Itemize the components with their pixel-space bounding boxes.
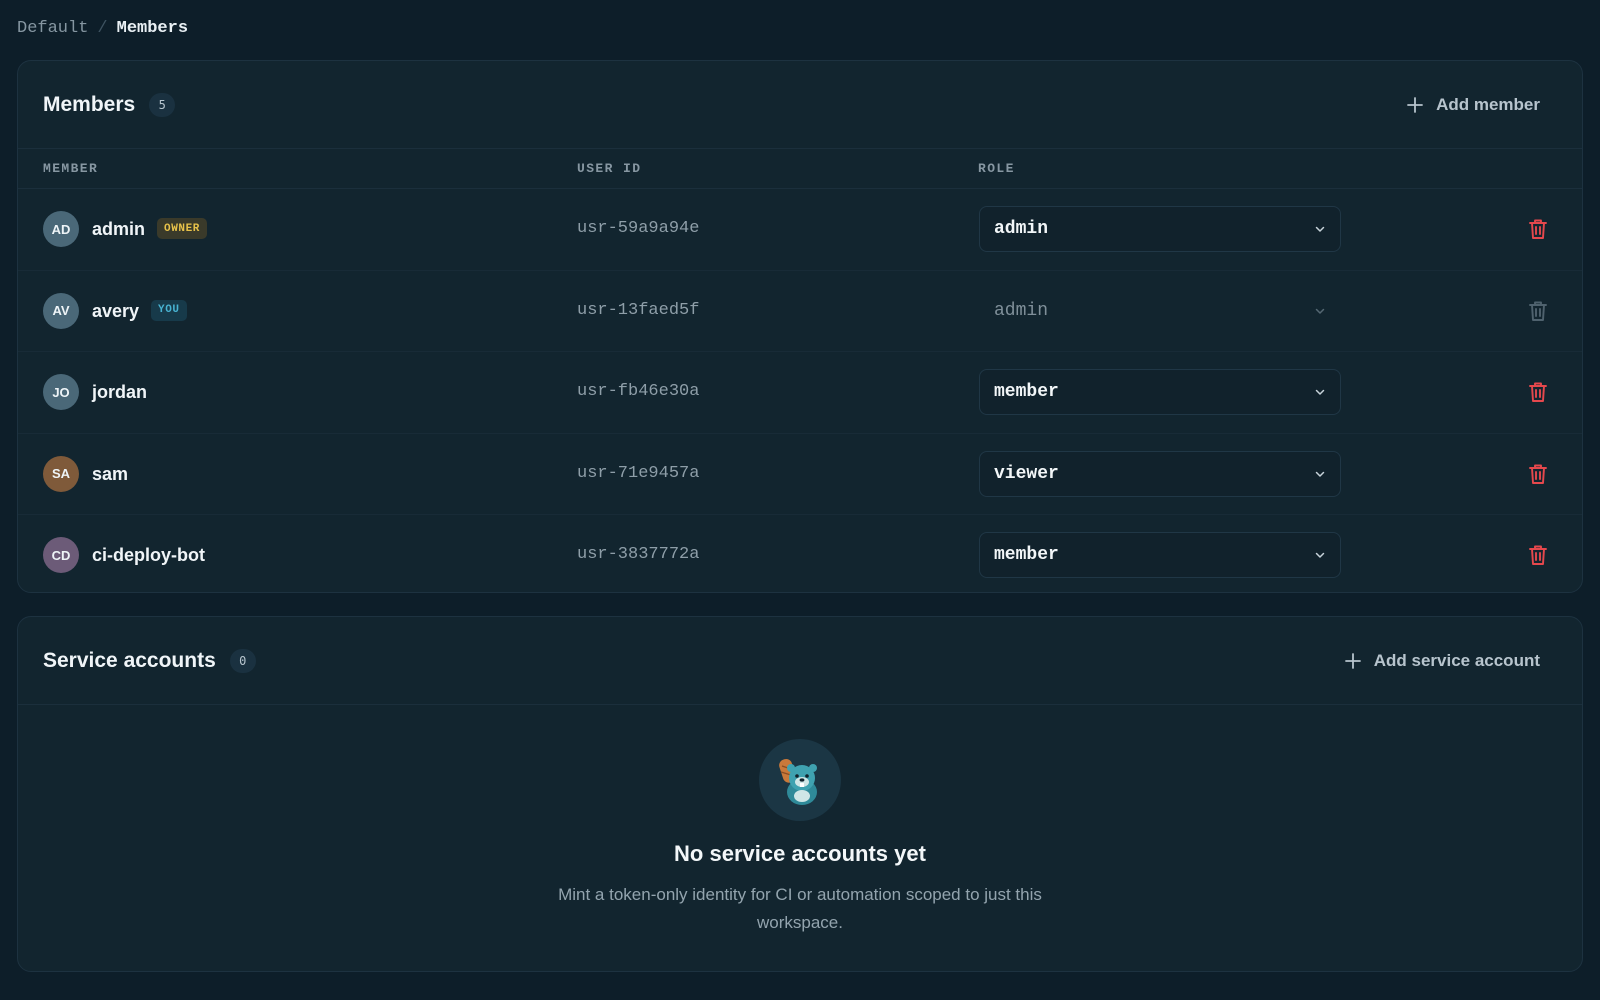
members-header: Members 5 Add member: [18, 61, 1582, 149]
member-name: avery: [92, 300, 140, 321]
column-header-user-id: USER ID: [577, 161, 642, 176]
member-name: jordan: [92, 382, 148, 402]
chevron-down-icon: [1315, 226, 1325, 232]
members-table-body: AD admin OWNER usr-59a9a94e admin AV ave…: [18, 189, 1582, 592]
table-row: JO jordan usr-fb46e30a member: [18, 352, 1582, 434]
chevron-down-icon: [1315, 389, 1325, 395]
avatar: AD: [43, 211, 79, 247]
empty-state-title: No service accounts yet: [674, 841, 926, 866]
user-id: usr-fb46e30a: [577, 382, 700, 401]
add-service-account-label: Add service account: [1373, 650, 1540, 670]
role-select-value: admin: [994, 300, 1049, 321]
members-table-header: MEMBER USER ID ROLE: [18, 149, 1582, 189]
service-accounts-header: Service accounts 0 Add service account: [18, 617, 1582, 705]
trash-icon[interactable]: [1526, 217, 1550, 241]
members-panel: Members 5 Add member MEMBER USER ID ROLE…: [17, 60, 1583, 593]
you-badge: YOU: [151, 299, 187, 321]
avatar: AV: [43, 292, 79, 329]
user-id: usr-13faed5f: [577, 300, 700, 320]
user-id: usr-3837772a: [577, 545, 700, 564]
role-select[interactable]: member: [979, 369, 1341, 415]
role-select[interactable]: admin: [979, 206, 1341, 252]
empty-state: No service accounts yet Mint a token-onl…: [18, 739, 1582, 937]
service-accounts-count-badge: 0: [229, 648, 256, 673]
avatar: SA: [43, 455, 79, 492]
trash-icon: [1529, 301, 1547, 321]
role-select-value: member: [994, 545, 1059, 565]
user-id: usr-71e9457a: [577, 463, 700, 483]
trash-icon[interactable]: [1526, 462, 1550, 486]
add-member-button[interactable]: Add member: [1406, 95, 1540, 115]
chevron-down-icon: [1315, 308, 1325, 314]
table-row: AD admin OWNER usr-59a9a94e admin: [18, 189, 1582, 271]
service-accounts-title: Service accounts: [43, 648, 216, 672]
role-select[interactable]: member: [979, 532, 1341, 578]
role-select: admin: [979, 288, 1341, 334]
members-count-badge: 5: [149, 92, 176, 117]
beaver-mascot-icon: [759, 739, 841, 821]
add-member-label: Add member: [1436, 94, 1540, 114]
role-select-value: admin: [994, 219, 1049, 239]
trash-icon[interactable]: [1526, 543, 1550, 567]
role-select-value: member: [994, 382, 1059, 402]
breadcrumb-root[interactable]: Default: [17, 19, 88, 38]
breadcrumb-separator: /: [97, 19, 108, 38]
chevron-down-icon: [1315, 471, 1325, 477]
avatar: JO: [43, 374, 79, 410]
chevron-down-icon: [1315, 552, 1325, 558]
role-select-value: viewer: [994, 463, 1059, 484]
column-header-role: ROLE: [978, 161, 1015, 176]
members-title: Members: [43, 92, 136, 116]
plus-icon: [1407, 96, 1423, 113]
user-id: usr-59a9a94e: [577, 219, 700, 238]
column-header-member: MEMBER: [43, 161, 99, 176]
table-row: SA sam usr-71e9457a viewer: [18, 434, 1582, 515]
table-row: AV avery YOU usr-13faed5f admin: [18, 271, 1582, 352]
trash-icon[interactable]: [1526, 380, 1550, 404]
breadcrumb-current: Members: [116, 19, 189, 38]
member-name: sam: [92, 463, 129, 484]
add-service-account-button[interactable]: Add service account: [1344, 651, 1540, 671]
owner-badge: OWNER: [157, 218, 208, 239]
breadcrumb: Default / Members: [17, 19, 188, 38]
role-select[interactable]: viewer: [979, 450, 1341, 497]
avatar: CD: [43, 537, 79, 573]
service-accounts-panel: Service accounts 0 Add service account N…: [17, 616, 1583, 972]
plus-icon: [1344, 652, 1361, 669]
member-name: ci-deploy-bot: [92, 545, 205, 565]
member-name: admin: [92, 219, 146, 239]
empty-state-description: Mint a token-only identity for CI or aut…: [558, 885, 1042, 932]
table-row: CD ci-deploy-bot usr-3837772a member: [18, 515, 1582, 592]
